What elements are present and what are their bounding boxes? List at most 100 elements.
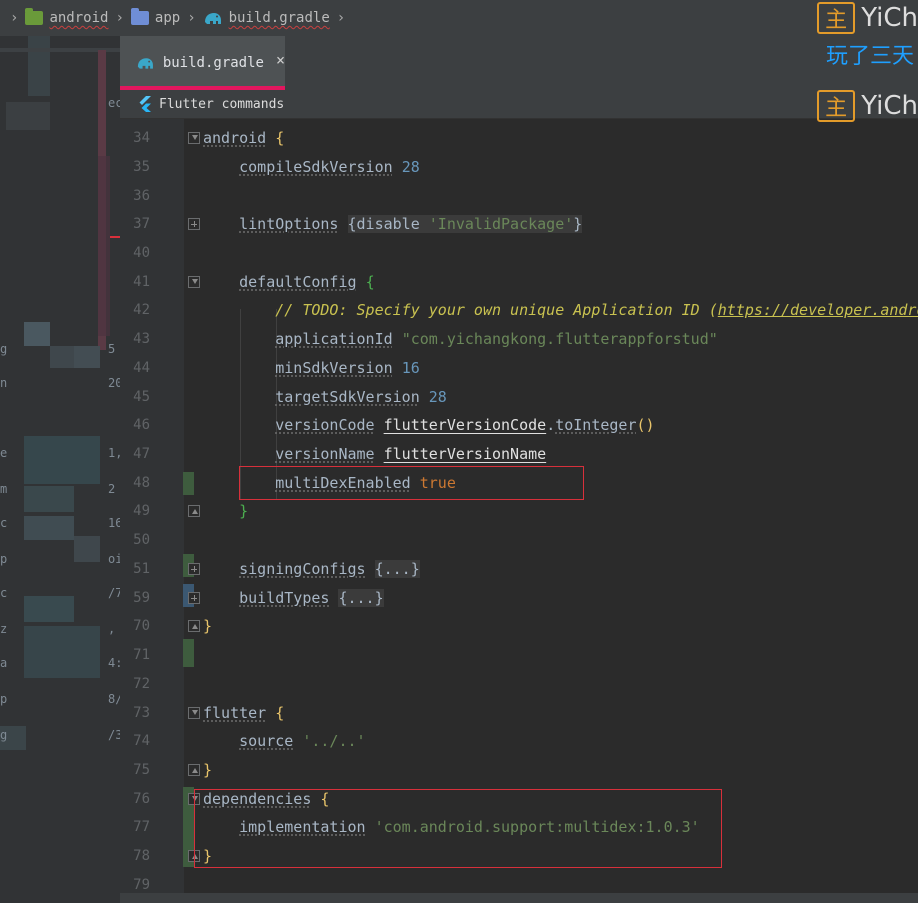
vcs-change-marker [183,639,194,667]
code-line-35[interactable]: compileSdkVersion 28 [203,157,420,177]
notification-item[interactable]: 主 YiCh [817,2,918,34]
expand-fold-icon[interactable] [188,563,200,575]
brace: { [275,129,285,147]
tab-build-gradle[interactable]: build.gradle × [120,36,285,90]
code-line-43[interactable]: applicationId "com.yichangkong.flutterap… [203,329,718,349]
line-number: 48 [133,475,150,491]
left-panel-fragment: g [0,728,8,742]
brace: { [275,704,285,722]
code-line-37[interactable]: lintOptions {disable 'InvalidPackage'} [203,214,583,234]
fold-toggle-icon[interactable] [188,764,200,776]
line-number: 35 [133,159,150,175]
number-value: 28 [428,388,447,406]
code-line-75[interactable]: } [203,760,212,780]
breadcrumb-item-app[interactable]: app [130,8,181,26]
line-number: 49 [133,503,150,519]
property-key: versionCode [275,416,375,434]
code-line-41[interactable]: defaultConfig { [203,272,375,292]
line-number: 44 [133,360,150,376]
left-panel-fragment: oi [108,552,120,566]
project-panel[interactable]: g n e m c p c z a p g ec 5 20 1, 2 16 oi… [0,36,120,903]
code-line-42[interactable]: // TODO: Specify your own unique Applica… [203,300,918,320]
notification-name: YiCh [861,91,918,121]
code-line-73[interactable]: flutter { [203,703,284,723]
left-panel-fragment: ec [108,96,120,110]
property-key: minSdkVersion [275,359,393,377]
line-number: 78 [133,848,150,864]
owner-badge: 主 [817,90,856,122]
chevron-right-icon: › [336,10,346,26]
comment-link[interactable]: https://developer.andro [718,301,918,319]
line-number: 47 [133,446,150,462]
dot: . [546,416,556,434]
expand-fold-icon[interactable] [188,218,200,230]
code-line-70[interactable]: } [203,616,212,636]
code-line-47[interactable]: versionName flutterVersionName [203,444,546,464]
fold-toggle-icon[interactable] [188,707,200,719]
property-key: compileSdkVersion [239,158,393,176]
horizontal-scrollbar[interactable] [120,893,918,903]
property-key: defaultConfig [239,273,357,291]
property-key: signingConfigs [239,560,366,578]
breadcrumb-item-build-gradle[interactable]: build.gradle [203,10,330,26]
code-line-44[interactable]: minSdkVersion 16 [203,358,420,378]
line-number: 41 [133,274,150,290]
code-line-45[interactable]: targetSdkVersion 28 [203,387,447,407]
property-key: versionName [275,445,375,463]
code-line-51[interactable]: signingConfigs {...} [203,559,420,579]
folded-block[interactable]: {...} [374,560,420,578]
left-panel-fragment: p [0,692,8,706]
line-number: 75 [133,762,150,778]
line-number: 36 [133,188,150,204]
code-line-59[interactable]: buildTypes {...} [203,588,384,608]
code-line-46[interactable]: versionCode flutterVersionCode.toInteger… [203,415,654,435]
line-number: 51 [133,561,150,577]
breadcrumb-item-android[interactable]: android [25,8,108,26]
vcs-change-marker [183,472,194,495]
code-line-74[interactable]: source '../..' [203,731,365,751]
fold-toggle-icon[interactable] [188,276,200,288]
line-number: 77 [133,819,150,835]
inner-key: disable [356,215,420,233]
chevron-right-icon: › [187,10,196,26]
folded-block[interactable]: {...} [338,589,384,607]
left-panel-fragment: 16 [108,516,120,530]
code-line-34[interactable]: android { [203,128,284,148]
comment-text: // TODO: Specify your own unique Applica… [275,301,718,319]
left-panel-fragment: c [0,516,8,530]
line-number: 43 [133,331,150,347]
fold-toggle-icon[interactable] [188,620,200,632]
breadcrumb-label: build.gradle [228,10,330,26]
brace: } [239,502,249,520]
flutter-commands-bar[interactable]: Flutter commands [120,90,918,119]
brace: { [365,273,375,291]
code-editor[interactable]: 34 35 36 37 40 41 42 43 44 45 46 47 48 4… [120,119,918,893]
left-panel-fragment: a [0,656,8,670]
module-folder-icon [130,8,149,25]
number-value: 28 [401,158,420,176]
chevron-right-icon: › [10,10,19,26]
close-icon[interactable]: × [276,51,285,69]
left-panel-fragment: 2 [108,482,116,496]
line-number: 34 [133,130,150,146]
line-number: 70 [133,618,150,634]
expand-fold-icon[interactable] [188,592,200,604]
breadcrumb-label: app [154,10,181,26]
flutter-icon [139,96,151,112]
line-number: 40 [133,245,150,261]
brace: } [203,617,213,635]
left-panel-fragment: , [108,622,116,636]
left-panel-fragment: c [0,586,8,600]
fold-toggle-icon[interactable] [188,132,200,144]
brace: } [203,761,213,779]
code-line-49[interactable]: } [203,501,248,521]
property-key: applicationId [275,330,393,348]
property-key: buildTypes [239,589,330,607]
line-number: 74 [133,733,150,749]
comment: // TODO: Specify your own unique Applica… [275,301,918,319]
notification-item[interactable]: 主 YiCh [817,90,918,122]
left-panel-fragment: 20 [108,376,120,390]
fold-toggle-icon[interactable] [188,505,200,517]
line-number: 59 [133,590,150,606]
line-number: 45 [133,389,150,405]
